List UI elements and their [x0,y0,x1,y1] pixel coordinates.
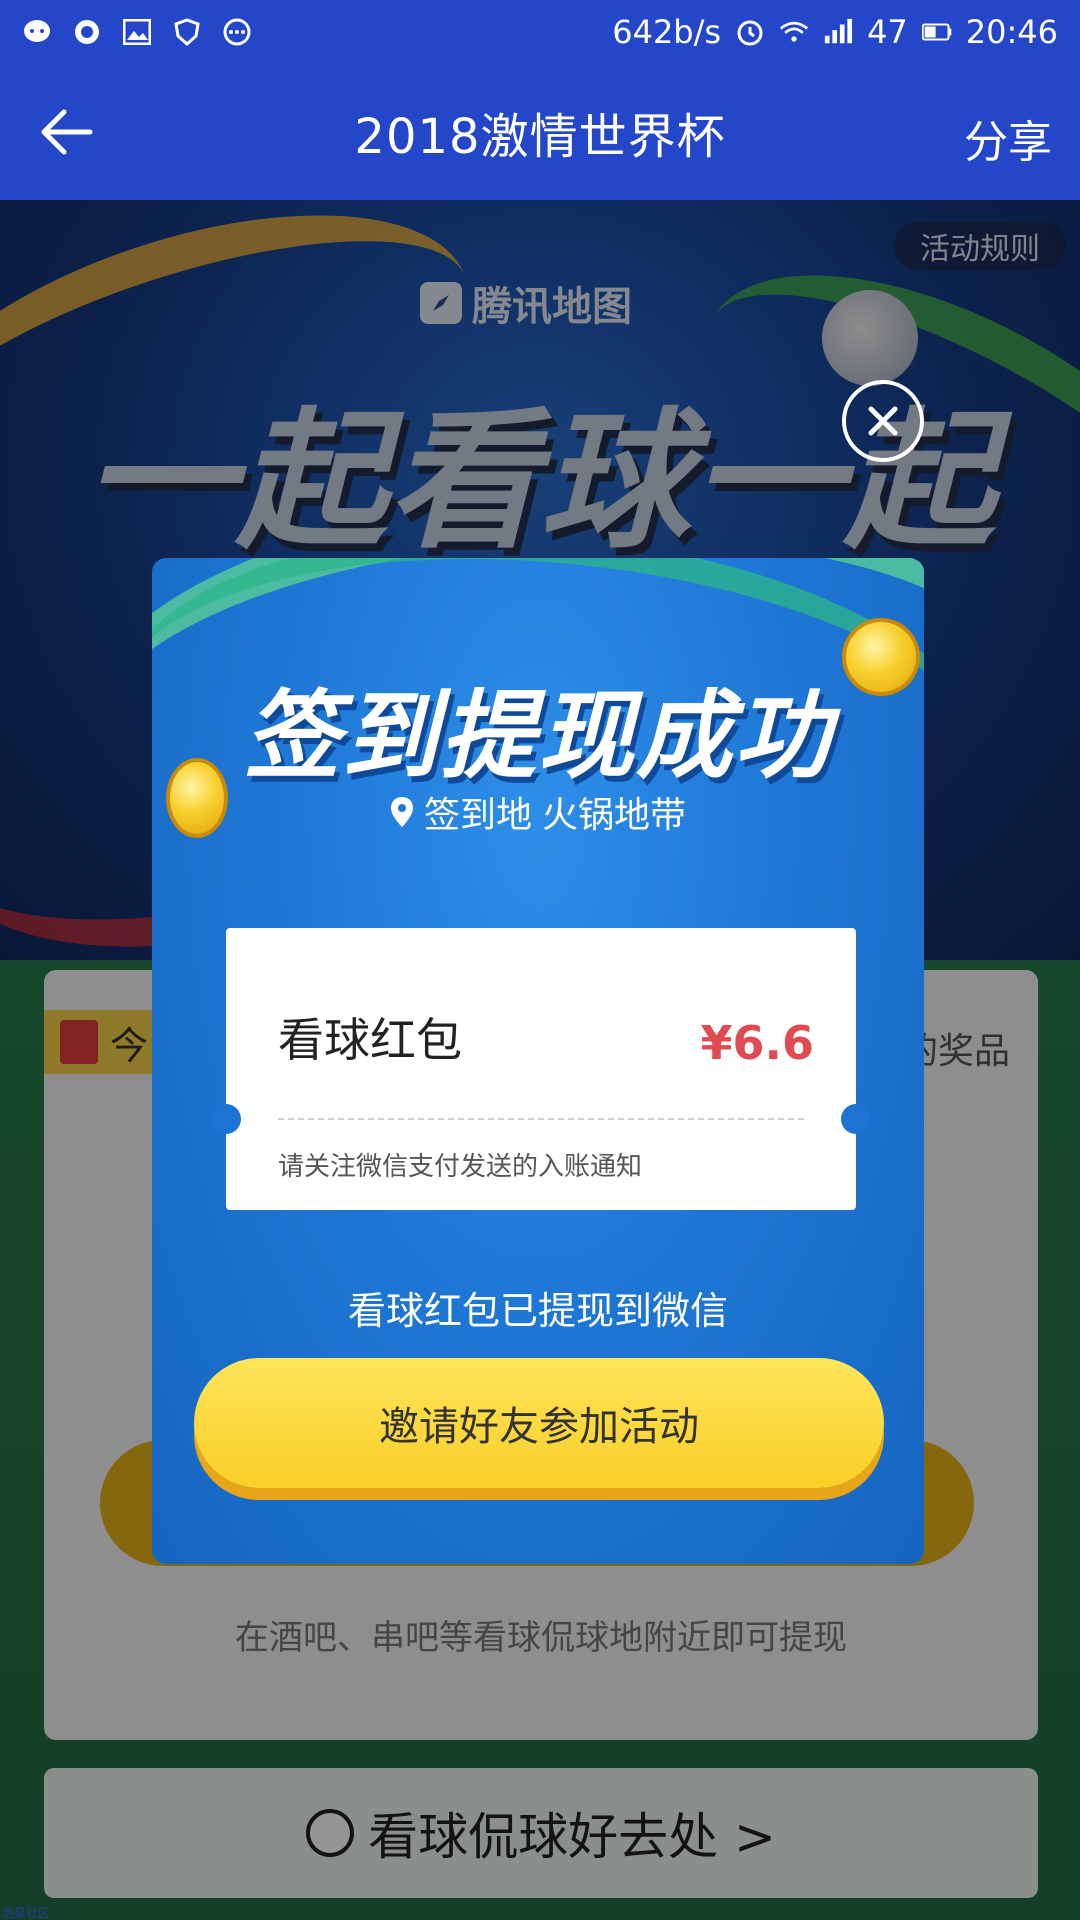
invite-friends-button[interactable]: 邀请好友参加活动 [194,1358,884,1488]
share-button[interactable]: 分享 [964,106,1052,170]
ticket-name: 看球红包 [278,1013,462,1067]
ticket-amount: ¥6.6 [700,1016,815,1070]
success-modal: 签到提现成功 签到地 火锅地带 看球红包 ¥6.6 请关注微信支付发送的入账通知… [152,558,924,1564]
app-bar: 2018激情世界杯 分享 [0,64,1080,200]
red-packet-ticket: 看球红包 ¥6.6 请关注微信支付发送的入账通知 [211,928,871,1210]
ticket-note: 请关注微信支付发送的入账通知 [278,1152,643,1182]
ticket-divider [278,1118,804,1120]
close-icon [868,406,898,436]
ticket-notch [841,1104,871,1134]
shield-icon [172,17,202,47]
page-title: 2018激情世界杯 [354,109,726,165]
location-pin-icon [390,797,413,827]
close-modal-button[interactable] [842,380,924,462]
ticket-notch [211,1104,241,1134]
checkin-location: 签到地 火锅地带 [152,786,924,838]
chat-icon [22,17,52,47]
withdraw-status: 看球红包已提现到微信 [347,1289,728,1333]
alarm-icon [735,17,765,47]
status-bar: 642b/s 47 20:46 [0,0,1080,64]
qq-icon [72,17,102,47]
gallery-icon [122,17,152,47]
battery-icon [921,17,952,47]
signal-icon [823,17,853,47]
network-speed: 642b/s [612,13,722,51]
modal-heading: 签到提现成功 [244,680,832,792]
battery-level: 47 [867,13,908,51]
location-name: 火锅地带 [542,795,687,836]
clock: 20:46 [965,13,1058,51]
back-arrow-icon[interactable] [36,102,96,162]
wifi-icon [779,17,809,47]
location-prefix: 签到地 [423,795,532,836]
more-icon [222,17,252,47]
